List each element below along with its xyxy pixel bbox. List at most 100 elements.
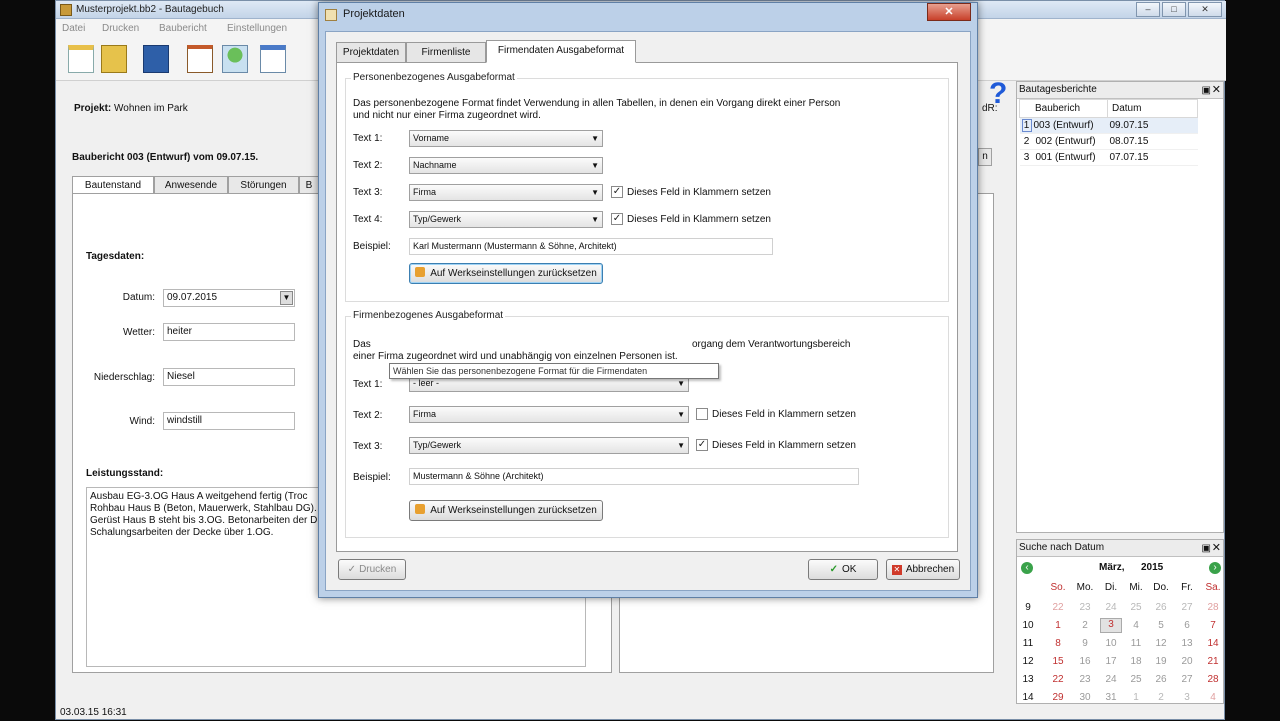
panel-close-icon[interactable]: ✕ [1212, 82, 1221, 98]
add-person-icon[interactable] [222, 45, 248, 73]
person-text1-select[interactable]: Vorname ▼ [409, 130, 603, 147]
calendar-day[interactable]: 10 [1100, 638, 1122, 649]
calendar-day[interactable]: 27 [1176, 602, 1198, 613]
calendar-day[interactable]: 12 [1150, 638, 1172, 649]
calendar-day[interactable]: 2 [1074, 620, 1096, 631]
calendar-day[interactable]: 24 [1100, 602, 1122, 613]
calendar-day[interactable]: 17 [1100, 656, 1122, 667]
person-reset-button[interactable]: Auf Werkseinstellungen zurücksetzen [409, 263, 603, 284]
prev-month-icon[interactable]: ‹ [1021, 562, 1033, 574]
person-text2-select[interactable]: Nachname ▼ [409, 157, 603, 174]
calendar-day[interactable]: 30 [1074, 692, 1096, 703]
calendar-day[interactable]: 31 [1100, 692, 1122, 703]
table-row[interactable]: 1 003 (Entwurf) 09.07.15 [1019, 117, 1198, 134]
print-button[interactable]: ✓ Drucken [338, 559, 406, 580]
person-text4-klammer-checkbox[interactable]: ✓ [611, 213, 623, 225]
calendar-day[interactable]: 3 [1176, 692, 1198, 703]
cut-button[interactable]: n [978, 148, 992, 166]
person-text3-klammer-checkbox[interactable]: ✓ [611, 186, 623, 198]
firm-text3-select[interactable]: Typ/Gewerk ▼ [409, 437, 689, 454]
calendar-day[interactable]: 2 [1150, 692, 1172, 703]
tab-firmenliste[interactable]: Firmenliste [406, 42, 486, 62]
calendar-day[interactable]: 25 [1125, 602, 1147, 613]
save-icon[interactable] [143, 45, 169, 73]
dialog-close-button[interactable]: ✕ [927, 3, 971, 21]
calendar-day[interactable]: 28 [1202, 674, 1224, 685]
next-month-icon[interactable]: › [1209, 562, 1221, 574]
panel-close-icon[interactable]: ✕ [1212, 540, 1221, 556]
calendar-day[interactable]: 23 [1074, 674, 1096, 685]
calendar-day[interactable]: 16 [1074, 656, 1096, 667]
report-icon[interactable] [187, 45, 213, 73]
close-button[interactable]: ✕ [1188, 2, 1222, 17]
niederschlag-field[interactable]: Niesel [163, 368, 295, 386]
list-icon[interactable] [260, 45, 286, 73]
tab-projektdaten[interactable]: Projektdaten [336, 42, 406, 62]
calendar-day[interactable]: 22 [1047, 602, 1069, 613]
new-document-icon[interactable] [68, 45, 94, 73]
person-text3-select[interactable]: Firma ▼ [409, 184, 603, 201]
col-datum[interactable]: Datum [1107, 99, 1198, 118]
datum-field[interactable]: 09.07.2015 ▼ [163, 289, 295, 307]
calendar-day[interactable]: 13 [1176, 638, 1198, 649]
calendar-day[interactable]: 4 [1125, 620, 1147, 631]
calendar-month[interactable]: März, [1099, 562, 1125, 573]
calendar-day[interactable]: 28 [1202, 602, 1224, 613]
table-row[interactable]: 3 001 (Entwurf) 07.07.15 [1019, 149, 1198, 166]
calendar-week-row: 12 15 16 17 18 19 20 21 [1017, 653, 1225, 671]
tab-stoerungen[interactable]: Störungen [228, 176, 299, 194]
firm-text2-select[interactable]: Firma ▼ [409, 406, 689, 423]
person-text4-select[interactable]: Typ/Gewerk ▼ [409, 211, 603, 228]
calendar-day[interactable]: 7 [1202, 620, 1224, 631]
menu-datei[interactable]: Datei [62, 23, 85, 34]
calendar-day[interactable]: 3 [1100, 618, 1122, 633]
calendar-day[interactable]: 4 [1202, 692, 1224, 703]
calendar-day[interactable]: 29 [1047, 692, 1069, 703]
col-bauberich[interactable]: Bauberich [1019, 99, 1108, 118]
calendar-day[interactable]: 11 [1125, 638, 1147, 649]
project-name: Wohnen im Park [114, 103, 188, 114]
datum-value: 09.07.2015 [167, 292, 218, 303]
calendar-day[interactable]: 27 [1176, 674, 1198, 685]
menu-einstellungen[interactable]: Einstellungen [227, 23, 287, 34]
pin-icon[interactable]: ▣ [1202, 83, 1211, 99]
tab-more[interactable]: B [299, 176, 319, 194]
calendar-day[interactable]: 1 [1125, 692, 1147, 703]
calendar-day[interactable]: 6 [1176, 620, 1198, 631]
menu-baubericht[interactable]: Baubericht [159, 23, 207, 34]
minimize-button[interactable]: – [1136, 2, 1160, 17]
pin-icon[interactable]: ▣ [1202, 541, 1211, 557]
calendar-day[interactable]: 23 [1074, 602, 1096, 613]
firm-reset-button[interactable]: Auf Werkseinstellungen zurücksetzen [409, 500, 603, 521]
calendar-day[interactable]: 26 [1150, 602, 1172, 613]
calendar-day[interactable]: 8 [1047, 638, 1069, 649]
wetter-field[interactable]: heiter [163, 323, 295, 341]
tab-anwesende[interactable]: Anwesende [154, 176, 228, 194]
calendar-day[interactable]: 21 [1202, 656, 1224, 667]
calendar-day[interactable]: 22 [1047, 674, 1069, 685]
wind-field[interactable]: windstill [163, 412, 295, 430]
tab-firmendaten-ausgabeformat[interactable]: Firmendaten Ausgabeformat [486, 40, 636, 63]
datum-dropdown-icon[interactable]: ▼ [280, 291, 293, 305]
maximize-button[interactable]: □ [1162, 2, 1186, 17]
calendar-day[interactable]: 5 [1150, 620, 1172, 631]
calendar-day[interactable]: 9 [1074, 638, 1096, 649]
cancel-button[interactable]: ✕ Abbrechen [886, 559, 960, 580]
calendar-day[interactable]: 25 [1125, 674, 1147, 685]
calendar-day[interactable]: 14 [1202, 638, 1224, 649]
table-row[interactable]: 2 002 (Entwurf) 08.07.15 [1019, 133, 1198, 150]
firm-text2-klammer-checkbox[interactable] [696, 408, 708, 420]
calendar-day[interactable]: 1 [1047, 620, 1069, 631]
ok-button[interactable]: ✓ OK [808, 559, 878, 580]
chevron-down-icon: ▼ [591, 188, 599, 197]
calendar-day[interactable]: 19 [1150, 656, 1172, 667]
calendar-year[interactable]: 2015 [1141, 562, 1163, 573]
calendar-day[interactable]: 24 [1100, 674, 1122, 685]
calendar-day[interactable]: 20 [1176, 656, 1198, 667]
open-folder-icon[interactable] [101, 45, 127, 73]
calendar-day[interactable]: 15 [1047, 656, 1069, 667]
firm-text3-klammer-checkbox[interactable]: ✓ [696, 439, 708, 451]
calendar-day[interactable]: 26 [1150, 674, 1172, 685]
menu-drucken[interactable]: Drucken [102, 23, 139, 34]
calendar-day[interactable]: 18 [1125, 656, 1147, 667]
